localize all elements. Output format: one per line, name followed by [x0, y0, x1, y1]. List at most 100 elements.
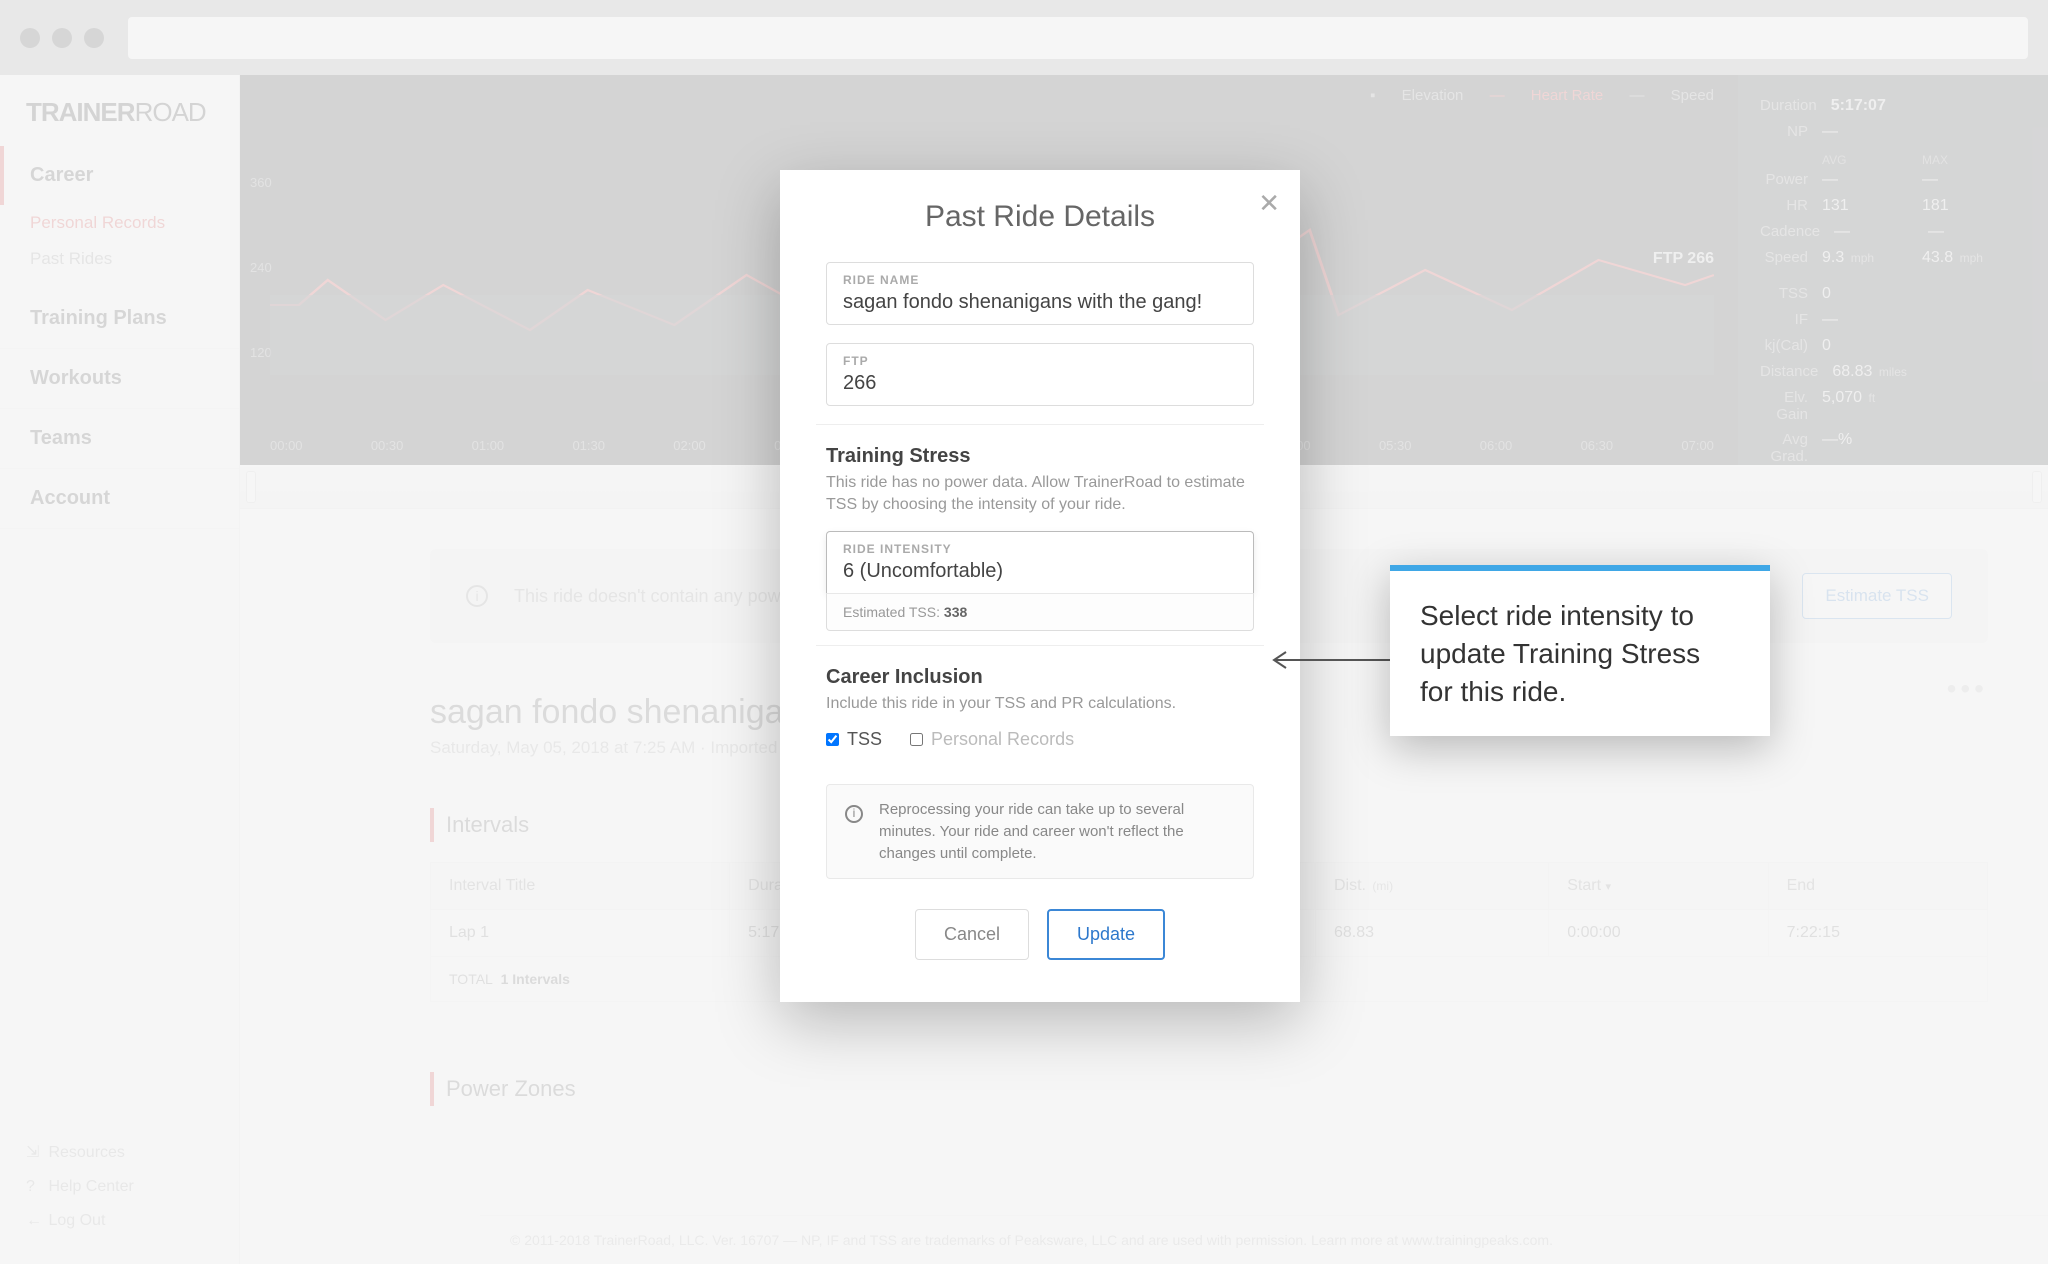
total-label: TOTAL: [449, 971, 493, 987]
col-title[interactable]: Interval Title: [431, 863, 730, 910]
y-tick: 240: [250, 260, 272, 275]
stat-label: kj(Cal): [1760, 337, 1822, 355]
cancel-button[interactable]: Cancel: [915, 909, 1029, 960]
stat-kj: 0: [1822, 337, 1922, 355]
legend-hr: — Heart Rate: [1490, 87, 1604, 104]
past-ride-details-modal: ✕ Past Ride Details RIDE NAME FTP Traini…: [780, 170, 1300, 1002]
brand-logo[interactable]: TRAINERROAD: [0, 75, 239, 146]
info-icon: i: [466, 585, 488, 607]
stat-hr-max: 181: [1922, 197, 2022, 215]
ride-name-input[interactable]: [843, 291, 1237, 314]
reprocessing-notice-text: Reprocessing your ride can take up to se…: [879, 799, 1235, 864]
ride-intensity-value[interactable]: 6 (Uncomfortable): [843, 560, 1237, 583]
stat-cad-max: —: [1928, 223, 2022, 241]
nav-item-workouts[interactable]: Workouts: [0, 349, 239, 409]
stat-label: Avg Grad.: [1760, 431, 1822, 465]
stat-label: Speed: [1760, 249, 1822, 267]
callout-arrow-icon: [1268, 650, 1398, 670]
window-control-max[interactable]: [84, 28, 104, 48]
nav-item-training-plans[interactable]: Training Plans: [0, 289, 239, 349]
nav-sub-personal-records[interactable]: Personal Records: [0, 205, 239, 241]
stat-elv: 5,070 ft: [1822, 389, 1922, 423]
brand-second: ROAD: [135, 97, 206, 127]
training-stress-help: This ride has no power data. Allow Train…: [826, 472, 1254, 517]
col-end[interactable]: End: [1768, 863, 1987, 910]
stat-col-avg: AVG: [1822, 153, 1922, 167]
ftp-label: FTP: [843, 354, 1237, 368]
time-tick: 01:30: [572, 438, 605, 453]
stat-label: NP: [1760, 123, 1822, 141]
brand-first: TRAINER: [26, 97, 135, 127]
stat-label: Power: [1760, 171, 1822, 189]
modal-actions: Cancel Update: [826, 909, 1254, 960]
ride-actions-menu[interactable]: •••: [1947, 673, 1988, 705]
stat-label: Cadence: [1760, 223, 1834, 241]
reprocessing-notice: i Reprocessing your ride can take up to …: [826, 784, 1254, 879]
stat-if: —: [1822, 311, 1922, 329]
stat-speed-avg: 9.3 mph: [1822, 249, 1922, 267]
ftp-field[interactable]: FTP: [826, 343, 1254, 406]
footer-logout-label: Log Out: [48, 1212, 105, 1229]
section-power-zones-header: Power Zones: [430, 1072, 1988, 1106]
career-inclusion-row: TSS Personal Records: [826, 729, 1254, 750]
training-stress-header: Training Stress: [826, 445, 1254, 468]
stat-label: Distance: [1760, 363, 1832, 381]
footer-resources-label: Resources: [48, 1144, 124, 1161]
nav-item-career[interactable]: Career: [0, 146, 239, 205]
nav-item-teams[interactable]: Teams: [0, 409, 239, 469]
cell-end: 7:22:15: [1768, 910, 1987, 957]
total-value: 1 Intervals: [501, 971, 570, 987]
career-inclusion-header: Career Inclusion: [826, 666, 1254, 689]
time-tick: 00:00: [270, 438, 303, 453]
footer-resources[interactable]: ⇲ Resources: [26, 1134, 213, 1170]
footer-logout[interactable]: ← Log Out: [26, 1204, 213, 1238]
nav-sub-past-rides[interactable]: Past Rides: [0, 241, 239, 289]
ride-intensity-field[interactable]: RIDE INTENSITY 6 (Uncomfortable): [826, 531, 1254, 593]
address-bar[interactable]: [128, 17, 2028, 59]
stat-np: —: [1822, 123, 1922, 141]
scrubber-handle-left[interactable]: [246, 471, 256, 503]
stat-cad-avg: —: [1834, 223, 1928, 241]
estimated-tss: Estimated TSS: 338: [826, 593, 1254, 631]
time-tick: 05:30: [1379, 438, 1412, 453]
include-tss-input[interactable]: [826, 733, 839, 746]
include-tss-label: TSS: [847, 729, 882, 750]
time-tick: 01:00: [472, 438, 505, 453]
scrubber-handle-right[interactable]: [2032, 471, 2042, 503]
cell-title: Lap 1: [431, 910, 730, 957]
stat-distance: 68.83 miles: [1832, 363, 1927, 381]
stat-speed-max: 43.8 mph: [1922, 249, 2022, 267]
include-pr-input[interactable]: [910, 733, 923, 746]
browser-chrome: [0, 0, 2048, 75]
y-tick: 120: [250, 345, 272, 360]
window-control-close[interactable]: [20, 28, 40, 48]
col-dist[interactable]: Dist. (mi): [1315, 863, 1548, 910]
time-tick: 02:00: [673, 438, 706, 453]
nav-item-account[interactable]: Account: [0, 469, 239, 529]
time-tick: 07:00: [1681, 438, 1714, 453]
update-button[interactable]: Update: [1047, 909, 1165, 960]
stat-label: TSS: [1760, 285, 1822, 303]
career-inclusion-help: Include this ride in your TSS and PR cal…: [826, 693, 1254, 715]
legend-elevation: ▪ Elevation: [1370, 87, 1463, 104]
y-tick: 360: [250, 175, 272, 190]
stat-label: IF: [1760, 311, 1822, 329]
cell-dist: 68.83: [1315, 910, 1548, 957]
estimate-tss-button[interactable]: Estimate TSS: [1802, 573, 1952, 619]
stat-power-avg: —: [1822, 171, 1922, 189]
include-pr-checkbox[interactable]: Personal Records: [910, 729, 1074, 750]
col-start[interactable]: Start ▾: [1549, 863, 1768, 910]
window-controls: [20, 28, 104, 48]
time-tick: 00:30: [371, 438, 404, 453]
include-pr-label: Personal Records: [931, 729, 1074, 750]
ftp-input[interactable]: [843, 372, 1237, 395]
cell-start: 0:00:00: [1549, 910, 1768, 957]
ride-name-field[interactable]: RIDE NAME: [826, 262, 1254, 325]
time-tick: 06:30: [1581, 438, 1614, 453]
stat-col-max: MAX: [1922, 153, 2022, 167]
include-tss-checkbox[interactable]: TSS: [826, 729, 882, 750]
window-control-min[interactable]: [52, 28, 72, 48]
footer-help[interactable]: ? Help Center: [26, 1170, 213, 1204]
divider: [816, 424, 1264, 425]
close-icon[interactable]: ✕: [1258, 188, 1280, 219]
